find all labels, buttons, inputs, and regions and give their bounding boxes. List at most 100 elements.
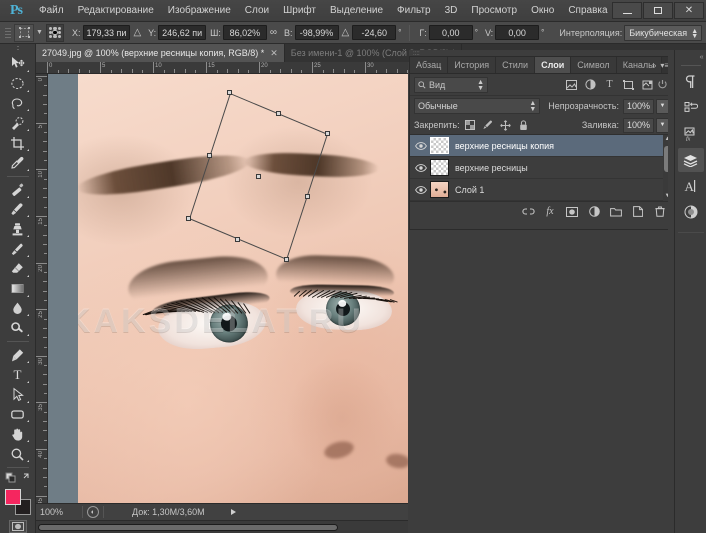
skew-h-input[interactable]: 0,00 bbox=[428, 25, 473, 40]
brush-tool[interactable] bbox=[5, 200, 31, 220]
width-input[interactable]: 86,02% bbox=[222, 25, 267, 40]
tool-preset-chevron-down-icon[interactable]: ▼ bbox=[35, 24, 44, 42]
pen-tool[interactable] bbox=[5, 345, 31, 365]
tab-character[interactable]: Символ bbox=[571, 57, 617, 73]
tools-panel-grip[interactable]: :: bbox=[0, 44, 36, 54]
lock-image-pixels-icon[interactable] bbox=[480, 118, 496, 133]
menu-item-window[interactable]: Окно bbox=[524, 0, 561, 22]
hand-tool[interactable] bbox=[5, 424, 31, 444]
canvas-area[interactable]: KAKSDELAT.RU bbox=[48, 74, 408, 503]
layer-name[interactable]: Слой 1 bbox=[455, 185, 484, 195]
layer-thumbnail[interactable] bbox=[430, 181, 449, 198]
blur-tool[interactable] bbox=[5, 299, 31, 319]
layer-style-icon[interactable]: fx bbox=[543, 204, 557, 220]
lock-all-icon[interactable] bbox=[516, 118, 532, 133]
table-row[interactable]: верхние ресницы bbox=[410, 157, 673, 179]
artboard[interactable]: KAKSDELAT.RU bbox=[48, 74, 408, 503]
horizontal-scrollbar-thumb[interactable] bbox=[38, 524, 338, 531]
type-filter-icon[interactable]: T bbox=[601, 77, 618, 93]
menu-item-layer[interactable]: Слои bbox=[238, 0, 276, 22]
pixel-filter-icon[interactable] bbox=[563, 77, 580, 93]
new-group-icon[interactable] bbox=[609, 204, 623, 220]
adjustment-filter-icon[interactable] bbox=[582, 77, 599, 93]
character-panel-icon[interactable]: A bbox=[678, 174, 704, 198]
zoom-tool[interactable] bbox=[5, 444, 31, 464]
gradient-tool[interactable] bbox=[5, 279, 31, 299]
eraser-tool[interactable] bbox=[5, 259, 31, 279]
horizontal-scrollbar[interactable] bbox=[36, 520, 408, 533]
quick-mask-toggle-icon[interactable] bbox=[8, 520, 27, 533]
type-tool[interactable]: T bbox=[5, 365, 31, 385]
fill-input[interactable]: 100% bbox=[622, 117, 654, 133]
quick-selection-tool[interactable] bbox=[5, 113, 31, 133]
x-input[interactable]: 179,33 пи bbox=[82, 25, 131, 40]
rail-expand-icon[interactable]: « bbox=[675, 52, 706, 62]
elliptical-marquee-tool[interactable] bbox=[5, 74, 31, 94]
tab-styles[interactable]: Стили bbox=[496, 57, 536, 73]
layer-mask-icon[interactable] bbox=[565, 204, 579, 220]
layer-visibility-eye-icon[interactable] bbox=[412, 157, 430, 179]
menu-item-help[interactable]: Справка bbox=[561, 0, 614, 22]
menu-item-select[interactable]: Выделение bbox=[323, 0, 390, 22]
adjustment-layer-icon[interactable] bbox=[587, 204, 601, 220]
close-button[interactable]: ✕ bbox=[674, 2, 704, 19]
crop-tool[interactable] bbox=[5, 133, 31, 153]
skew-v-input[interactable]: 0,00 bbox=[495, 25, 540, 40]
y-input[interactable]: 246,62 пи bbox=[158, 25, 207, 40]
horizontal-ruler[interactable]: 0 5 10 15 20 25 30 bbox=[36, 62, 408, 74]
reference-point-locator[interactable] bbox=[46, 23, 64, 42]
layer-visibility-eye-icon[interactable] bbox=[412, 179, 430, 201]
status-info-icon[interactable]: ◐ bbox=[87, 506, 99, 518]
menu-item-file[interactable]: Файл bbox=[32, 0, 71, 22]
tab-layers[interactable]: Слои bbox=[535, 57, 572, 73]
opacity-input[interactable]: 100% bbox=[622, 98, 654, 114]
layer-filter-kind-select[interactable]: Вид ▲ ▼ bbox=[414, 76, 488, 93]
shape-filter-icon[interactable] bbox=[620, 77, 637, 93]
layers-panel-icon[interactable] bbox=[677, 148, 704, 172]
link-layers-icon[interactable] bbox=[521, 204, 535, 220]
delete-layer-icon[interactable] bbox=[653, 204, 667, 220]
table-row[interactable]: Слой 1 bbox=[410, 179, 673, 201]
rectangle-tool[interactable] bbox=[5, 405, 31, 425]
angle-input[interactable]: -24,60 bbox=[352, 25, 397, 40]
tab-history[interactable]: История bbox=[448, 57, 497, 73]
menu-item-image[interactable]: Изображение bbox=[161, 0, 238, 22]
link-aspect-ratio-icon[interactable]: ∞ bbox=[270, 27, 277, 38]
zoom-level-input[interactable]: 100% bbox=[36, 507, 78, 517]
table-row[interactable]: верхние ресницы копия bbox=[410, 135, 673, 157]
lasso-tool[interactable] bbox=[5, 94, 31, 114]
minimize-button[interactable] bbox=[612, 2, 642, 19]
smart-object-filter-icon[interactable] bbox=[639, 77, 656, 93]
document-tab-active[interactable]: 27049.jpg @ 100% (верхние ресницы копия,… bbox=[36, 44, 285, 62]
healing-brush-tool[interactable] bbox=[5, 180, 31, 200]
vertical-ruler[interactable]: 0 5 10 15 20 25 30 35 40 45 bbox=[36, 74, 48, 503]
adjustments-panel-icon[interactable] bbox=[678, 200, 704, 224]
foreground-color-swatch[interactable] bbox=[4, 488, 21, 505]
history-brush-tool[interactable] bbox=[5, 239, 31, 259]
paragraph-panel-icon[interactable] bbox=[678, 70, 704, 94]
free-transform-icon[interactable] bbox=[14, 23, 34, 42]
history-panel-icon[interactable] bbox=[678, 96, 704, 120]
blend-mode-select[interactable]: Обычные ▲ ▼ bbox=[414, 98, 541, 114]
layer-name[interactable]: верхние ресницы bbox=[455, 163, 528, 173]
interpolation-select[interactable]: Бикубическая ▲ ▼ bbox=[624, 24, 703, 41]
maximize-button[interactable] bbox=[643, 2, 673, 19]
default-colors-icon[interactable] bbox=[3, 471, 33, 484]
menu-item-filter[interactable]: Фильтр bbox=[390, 0, 438, 22]
layer-thumbnail[interactable] bbox=[430, 159, 449, 176]
relative-position-icon[interactable]: △ bbox=[133, 27, 141, 38]
eyedropper-tool[interactable] bbox=[5, 153, 31, 173]
move-tool[interactable] bbox=[5, 54, 31, 74]
tab-paragraph[interactable]: Абзац bbox=[410, 57, 449, 73]
dodge-tool[interactable] bbox=[5, 318, 31, 338]
menu-item-type[interactable]: Шрифт bbox=[276, 0, 323, 22]
layer-name[interactable]: верхние ресницы копия bbox=[455, 141, 554, 151]
new-layer-icon[interactable] bbox=[631, 204, 645, 220]
layer-visibility-eye-icon[interactable] bbox=[412, 135, 430, 157]
lock-transparent-pixels-icon[interactable] bbox=[462, 118, 478, 133]
path-selection-tool[interactable] bbox=[5, 385, 31, 405]
status-menu-arrow-icon[interactable] bbox=[230, 509, 236, 515]
options-bar-grip[interactable] bbox=[3, 24, 13, 42]
close-icon[interactable]: ✕ bbox=[270, 48, 278, 59]
clone-stamp-tool[interactable] bbox=[5, 219, 31, 239]
